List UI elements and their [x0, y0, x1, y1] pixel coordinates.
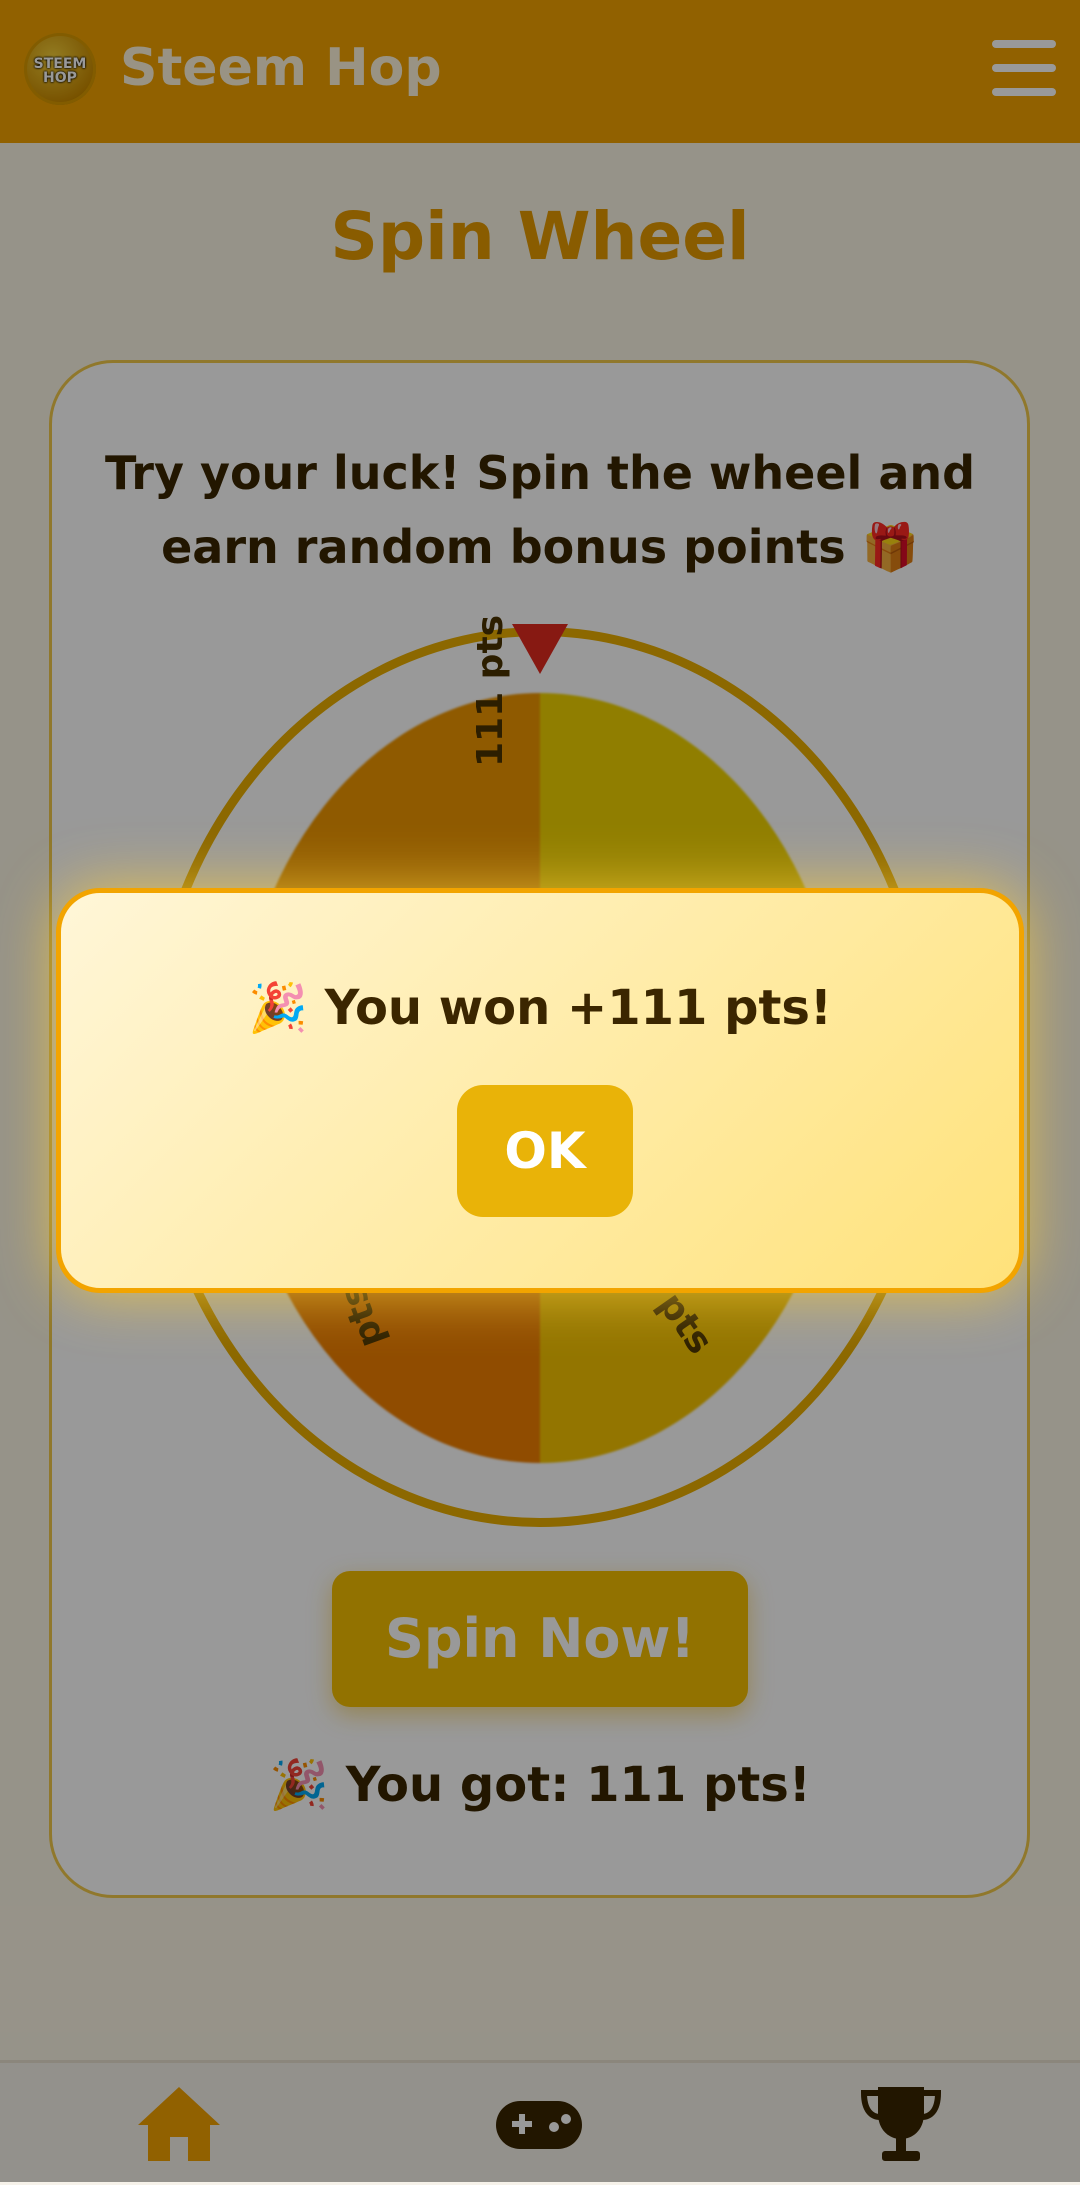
win-message: 🎉 You won +111 pts! — [248, 980, 832, 1036]
win-dialog: 🎉 You won +111 pts! OK — [56, 888, 1024, 1293]
ok-button[interactable]: OK — [457, 1085, 633, 1217]
